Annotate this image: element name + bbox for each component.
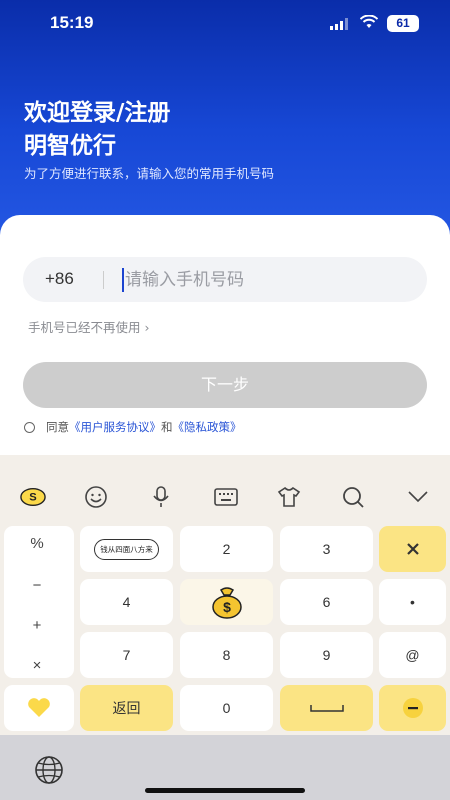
agreement-row: 同意 《用户服务协议》 和 《隐私政策》 [24, 419, 242, 435]
symbol-key-minus[interactable]: − [0, 577, 74, 594]
space-icon [309, 705, 344, 712]
keyboard-toolbar: S [0, 455, 450, 513]
favorite-key[interactable] [4, 685, 74, 731]
microphone-icon[interactable] [148, 486, 174, 508]
key-3[interactable]: 3 [280, 526, 373, 572]
phone-field[interactable]: +86 [23, 257, 427, 302]
collapse-icon[interactable] [405, 486, 431, 508]
key-7[interactable]: 7 [80, 632, 173, 678]
key-9[interactable]: 9 [280, 632, 373, 678]
keyboard: S % − + × 钱从四面八方来 2 3 4 $ 6 • 7 8 9 @ 返回… [0, 455, 450, 735]
sticker-label: 钱从四面八方来 [94, 538, 159, 560]
agree-and: 和 [161, 420, 173, 434]
page-title: 欢迎登录/注册 [24, 100, 171, 126]
back-key[interactable]: 返回 [80, 685, 173, 731]
minus-key[interactable] [379, 685, 446, 731]
text-cursor [122, 268, 124, 292]
status-time: 15:19 [50, 13, 94, 32]
next-step-button[interactable]: 下一步 [23, 362, 427, 408]
emoji-icon[interactable] [83, 486, 109, 508]
key-5-moneybag[interactable]: $ [180, 579, 273, 625]
key-2[interactable]: 2 [180, 526, 273, 572]
minus-icon [402, 698, 423, 718]
wifi-icon [360, 15, 378, 28]
symbol-key-plus[interactable]: + [0, 617, 74, 634]
system-bottom-bar [0, 735, 450, 800]
key-8[interactable]: 8 [180, 632, 273, 678]
delete-icon [406, 543, 419, 555]
divider [103, 271, 104, 289]
symbol-column: % − + × [4, 526, 74, 678]
privacy-policy-link[interactable]: 《隐私政策》 [173, 419, 242, 435]
phone-input[interactable] [125, 263, 405, 297]
symbol-key-multiply[interactable]: × [0, 657, 74, 674]
status-bar: 15:19 61 [0, 0, 450, 46]
keyboard-icon[interactable] [213, 486, 239, 508]
search-icon[interactable] [340, 486, 366, 508]
agree-prefix: 同意 [46, 420, 69, 434]
svg-text:S: S [29, 492, 36, 504]
key-at[interactable]: @ [379, 632, 446, 678]
shirt-icon[interactable] [276, 486, 302, 508]
sogou-logo-icon[interactable]: S [20, 486, 46, 508]
globe-icon[interactable] [34, 755, 64, 785]
country-code-selector[interactable]: +86 [45, 269, 74, 289]
key-6[interactable]: 6 [280, 579, 373, 625]
heart-icon [28, 698, 50, 717]
space-key[interactable] [280, 685, 373, 731]
svg-text:$: $ [223, 599, 231, 615]
battery-icon: 61 [387, 15, 419, 32]
key-dot[interactable]: • [379, 579, 446, 625]
user-agreement-link[interactable]: 《用户服务协议》 [69, 419, 161, 435]
phone-no-longer-used-link[interactable]: 手机号已经不再使用 › [28, 317, 149, 336]
delete-key[interactable] [379, 526, 446, 572]
home-indicator [145, 788, 305, 793]
money-bag-icon: $ [211, 587, 242, 619]
key-1-sticker[interactable]: 钱从四面八方来 [80, 526, 173, 572]
page-subtitle: 为了方便进行联系，请输入您的常用手机号码 [24, 166, 275, 181]
agree-radio[interactable] [24, 421, 35, 433]
app-name: 明智优行 [24, 133, 116, 159]
key-4[interactable]: 4 [80, 579, 173, 625]
signal-icon [330, 18, 348, 30]
symbol-key-percent[interactable]: % [0, 535, 74, 552]
key-0[interactable]: 0 [180, 685, 273, 731]
